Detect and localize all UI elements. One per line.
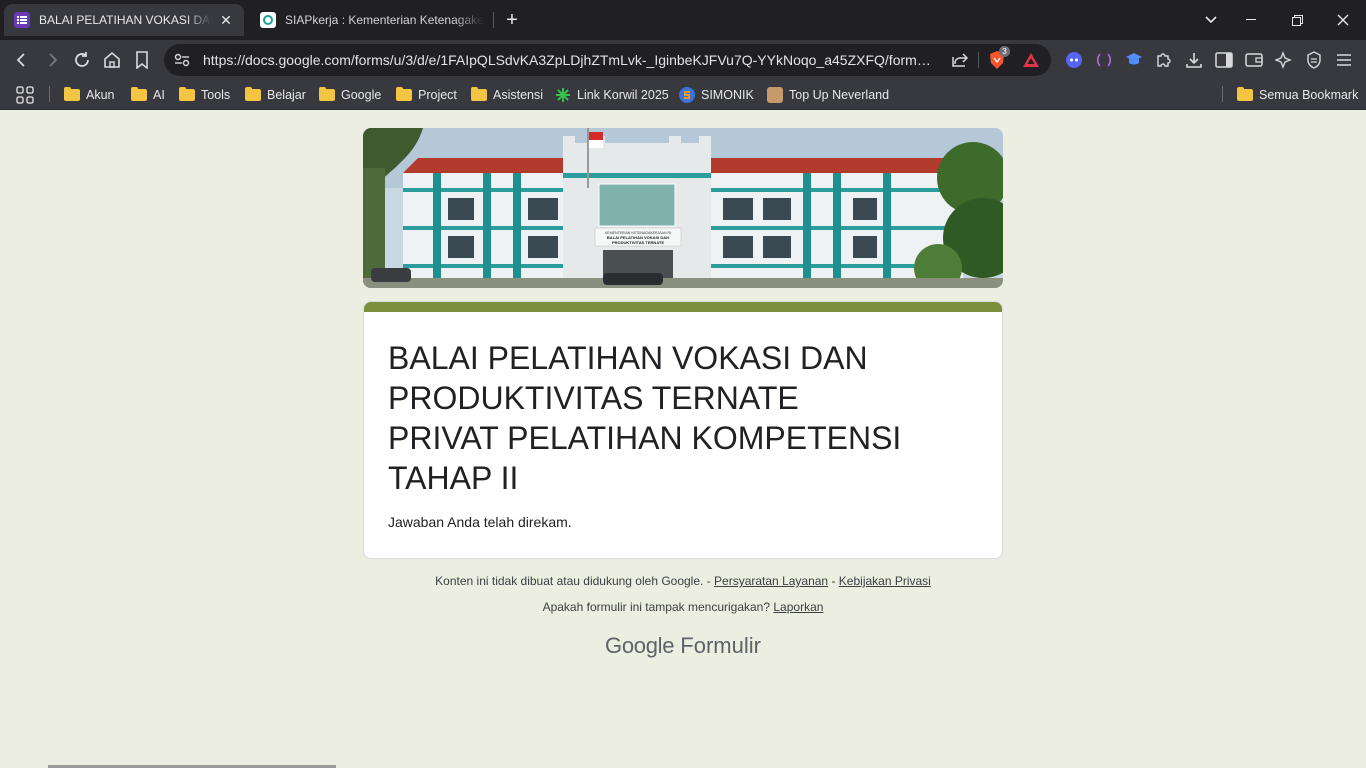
- bookmark-semua-bookmark[interactable]: Semua Bookmark: [1237, 80, 1358, 110]
- bookmark-ai[interactable]: AI: [131, 80, 165, 110]
- tab-divider: [493, 12, 494, 28]
- green-star-icon: [555, 87, 571, 103]
- bookmark-label: AI: [153, 88, 165, 102]
- bookmark-label: SIMONIK: [701, 88, 754, 102]
- bookmark-label: Asistensi: [493, 88, 544, 102]
- bookmark-belajar[interactable]: Belajar: [245, 80, 306, 110]
- extension-brackets-icon[interactable]: [1092, 48, 1116, 72]
- site-settings-icon[interactable]: [170, 48, 194, 72]
- folder-icon: [131, 87, 147, 101]
- close-window-button[interactable]: [1320, 0, 1366, 40]
- bookmark-akun[interactable]: Akun: [64, 80, 115, 110]
- tab-strip: BALAI PELATIHAN VOKASI DAN PRODUKTIVITAS…: [0, 0, 1366, 40]
- google-forms-logo[interactable]: Google Formulir: [363, 633, 1003, 659]
- folder-icon: [319, 87, 335, 101]
- bookmark-tools[interactable]: Tools: [179, 80, 230, 110]
- form-page: KEMENTERIAN KETENAGAKERJAAN RI BALAI PEL…: [0, 115, 1366, 768]
- tab-title: BALAI PELATIHAN VOKASI DAN PRODUKTIVITAS…: [39, 13, 212, 27]
- neverland-icon: [767, 87, 783, 103]
- bookmarks-divider: [49, 86, 50, 102]
- brand-product: Formulir: [680, 633, 761, 658]
- report-link[interactable]: Laporkan: [773, 600, 823, 614]
- disclaimer-text: Konten ini tidak dibuat atau didukung ol…: [435, 574, 711, 588]
- bookmark-project[interactable]: Project: [396, 80, 457, 110]
- folder-icon: [471, 87, 487, 101]
- bookmark-label: Akun: [86, 88, 115, 102]
- minimize-button[interactable]: [1228, 0, 1274, 40]
- back-button[interactable]: [10, 48, 34, 72]
- brave-shields-icon[interactable]: 3: [985, 46, 1010, 72]
- brave-rewards-icon[interactable]: [1019, 48, 1043, 72]
- extension-discord-icon[interactable]: [1062, 48, 1086, 72]
- menu-icon[interactable]: [1332, 48, 1356, 72]
- bookmark-label: Belajar: [267, 88, 306, 102]
- extensions-puzzle-icon[interactable]: [1152, 48, 1176, 72]
- address-bar[interactable]: https://docs.google.com/forms/u/3/d/e/1F…: [164, 44, 1051, 76]
- omnibox-divider: [978, 52, 979, 68]
- bookmark-label: Google: [341, 88, 382, 102]
- bookmark-asistensi[interactable]: Asistensi: [471, 80, 543, 110]
- new-tab-button[interactable]: +: [500, 6, 524, 34]
- apps-grid-icon[interactable]: [16, 80, 34, 110]
- bookmark-label: Top Up Neverland: [789, 88, 890, 102]
- banner-sign-line3: PRODUKTIVITAS TERNATE: [612, 240, 664, 245]
- restore-button[interactable]: [1274, 0, 1320, 40]
- folder-icon: [396, 87, 412, 101]
- folder-icon: [245, 87, 261, 101]
- report-question: Apakah formulir ini tampak mencurigakan?: [542, 600, 771, 614]
- bookmark-label: Tools: [201, 88, 231, 102]
- share-icon[interactable]: [948, 48, 972, 72]
- folder-icon: [1237, 87, 1253, 101]
- card-accent-bar: [364, 302, 1002, 312]
- vpn-shield-icon[interactable]: [1302, 48, 1326, 72]
- bookmark-google[interactable]: Google: [319, 80, 381, 110]
- home-button[interactable]: [100, 48, 124, 72]
- shields-count-badge: 3: [999, 46, 1010, 57]
- google-forms-icon: [14, 12, 30, 28]
- footer-disclaimer: Konten ini tidak dibuat atau didukung ol…: [363, 574, 1003, 588]
- form-card: BALAI PELATIHAN VOKASI DAN PRODUKTIVITAS…: [363, 301, 1003, 559]
- response-recorded-message: Jawaban Anda telah direkam.: [388, 514, 572, 530]
- leo-ai-icon[interactable]: [1272, 48, 1296, 72]
- bookmark-link-korwil[interactable]: Link Korwil 2025: [555, 80, 669, 110]
- bookmark-simonik[interactable]: SIMONIK: [679, 80, 754, 110]
- header-banner-image: KEMENTERIAN KETENAGAKERJAAN RI BALAI PEL…: [363, 128, 1003, 288]
- form-title: BALAI PELATIHAN VOKASI DAN PRODUKTIVITAS…: [388, 340, 902, 496]
- reload-button[interactable]: [70, 48, 94, 72]
- browser-toolbar: https://docs.google.com/forms/u/3/d/e/1F…: [0, 40, 1366, 80]
- bookmarks-bar: Akun AI Tools Belajar Google Project Asi…: [0, 80, 1366, 110]
- brand-google: Google: [605, 633, 675, 658]
- folder-icon: [179, 87, 195, 101]
- simonik-icon: [679, 87, 695, 103]
- footer-separator: -: [831, 574, 836, 588]
- bookmark-button[interactable]: [130, 48, 154, 72]
- privacy-link[interactable]: Kebijakan Privasi: [839, 574, 931, 588]
- download-icon[interactable]: [1182, 48, 1206, 72]
- siapkerja-icon: [260, 12, 276, 28]
- terms-link[interactable]: Persyaratan Layanan: [714, 574, 828, 588]
- bookmark-top-up-neverland[interactable]: Top Up Neverland: [767, 80, 889, 110]
- tab-google-form[interactable]: BALAI PELATIHAN VOKASI DAN PRODUKTIVITAS…: [4, 4, 244, 36]
- url-text[interactable]: https://docs.google.com/forms/u/3/d/e/1F…: [203, 44, 939, 76]
- bookmarks-divider: [1222, 86, 1223, 102]
- wallet-icon[interactable]: [1242, 48, 1266, 72]
- forward-button[interactable]: [40, 48, 64, 72]
- bookmark-label: Project: [418, 88, 457, 102]
- bookmark-label: Link Korwil 2025: [577, 88, 669, 102]
- tab-siapkerja[interactable]: SIAPkerja : Kementerian Ketenagakerjaan: [250, 4, 494, 36]
- bookmark-label: Semua Bookmark: [1259, 88, 1359, 102]
- footer-report: Apakah formulir ini tampak mencurigakan?…: [363, 600, 1003, 614]
- extension-graduation-icon[interactable]: [1122, 48, 1146, 72]
- sidebar-icon[interactable]: [1212, 48, 1236, 72]
- tab-title: SIAPkerja : Kementerian Ketenagakerjaan: [285, 13, 484, 27]
- close-icon[interactable]: ✕: [218, 12, 234, 29]
- folder-icon: [64, 87, 80, 101]
